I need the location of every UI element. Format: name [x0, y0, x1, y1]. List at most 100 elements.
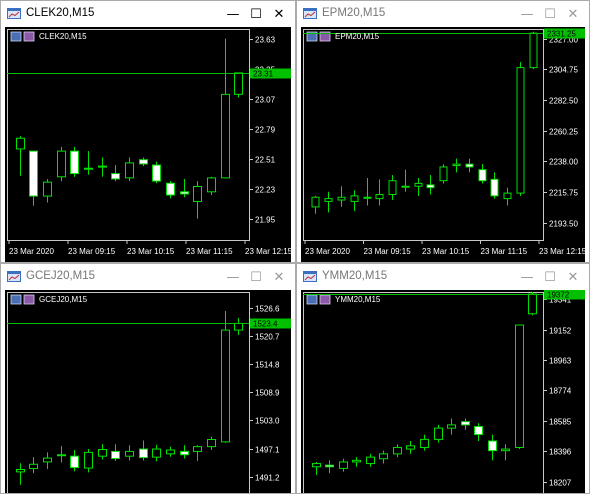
y-tick-label: 18774: [549, 387, 572, 396]
x-tick-label: 23 Mar 09:15: [68, 247, 116, 256]
x-tick-label: 23 Mar 12:15: [245, 247, 291, 256]
chart-toolbar-icons: [10, 294, 35, 305]
current-price-label: 19372: [547, 291, 570, 300]
chart-area[interactable]: 21.9522.2322.5122.7923.0723.3523.6323 Ma…: [5, 27, 291, 262]
candle: [337, 186, 346, 207]
y-tick-label: 1508.9: [255, 389, 280, 398]
candle-body: [125, 162, 134, 179]
price-chart[interactable]: 1820718396185851877418963191521934119372: [301, 290, 585, 493]
candle-body: [43, 181, 52, 197]
candle: [125, 445, 134, 461]
price-chart[interactable]: 2193.50 2215.75 2238.00 2260.25 2282.50 2304.…: [301, 27, 585, 262]
chart-window-gcej20[interactable]: GCEJ20,M15 — ☐ ✕ 1491.2 1497.1 1503.0 1508.…: [0, 263, 296, 494]
symbol-label: YMM20,M15: [335, 295, 381, 304]
x-tick-label: 23 Mar 12:15: [539, 247, 585, 256]
candle: [207, 176, 216, 196]
candle: [193, 181, 202, 219]
candle-body: [503, 192, 512, 200]
candle: [152, 444, 161, 462]
maximize-icon[interactable]: ☐: [540, 5, 560, 23]
maximize-icon[interactable]: ☐: [246, 5, 266, 23]
candle-body: [57, 454, 66, 457]
candle-body: [337, 196, 346, 201]
candle-body: [98, 165, 107, 168]
candle-body: [180, 450, 189, 456]
window-titlebar[interactable]: GCEJ20,M15 — ☐ ✕: [1, 264, 295, 290]
y-tick-label: 22.51: [255, 156, 276, 165]
candle: [406, 441, 415, 454]
candle-body: [406, 445, 415, 450]
y-tick-label: 22.23: [255, 186, 276, 195]
chart-toolbar-icons: [10, 31, 35, 42]
close-icon[interactable]: ✕: [563, 5, 583, 23]
minimize-icon[interactable]: —: [223, 5, 243, 23]
candle-body: [375, 193, 384, 200]
x-tick-label: 23 Mar 2020: [9, 247, 54, 256]
candle: [434, 424, 443, 443]
candle-body: [426, 184, 435, 189]
candle-body: [366, 456, 375, 465]
chart-window-ymm20[interactable]: YMM20,M15 — ☐ ✕ 18207 18396 18585 18774 1896…: [296, 263, 590, 494]
candle: [490, 172, 499, 199]
minimize-icon[interactable]: —: [517, 5, 537, 23]
candle: [29, 457, 38, 474]
candle: [57, 446, 66, 463]
candle-body: [98, 449, 107, 457]
candle-body: [490, 178, 499, 197]
candle: [125, 157, 134, 182]
candle-body: [420, 438, 429, 448]
maximize-icon[interactable]: ☐: [540, 268, 560, 286]
candle-body: [29, 150, 38, 197]
candle-body: [529, 32, 538, 69]
candle: [324, 191, 333, 213]
candle: [139, 157, 148, 167]
candle: [350, 190, 359, 212]
candle: [488, 434, 497, 461]
x-tick-label: 23 Mar 11:15: [186, 247, 233, 256]
price-chart[interactable]: 1491.2 1497.1 1503.0 1508.9 1514.8 1520.7 1526…: [5, 290, 291, 493]
current-price-label: 1523.4: [253, 320, 278, 329]
price-chart[interactable]: 21.9522.2322.5122.7923.0723.3523.6323 Ma…: [5, 27, 291, 262]
candle-body: [401, 185, 410, 188]
candle: [311, 195, 320, 214]
candle: [452, 158, 461, 173]
candle: [363, 177, 372, 206]
candle-body: [339, 461, 348, 469]
candle-body: [379, 453, 388, 460]
candle: [16, 463, 25, 485]
y-tick-label: 2304.75: [549, 66, 578, 75]
chart-area[interactable]: 18207 18396 18585 18774 18963 19152 19341 19372…: [301, 290, 585, 493]
candle-body: [324, 198, 333, 202]
candle-body: [84, 167, 93, 170]
candle-body: [166, 449, 175, 455]
close-icon[interactable]: ✕: [269, 268, 289, 286]
chart-toolbar-icons: [306, 294, 331, 305]
window-titlebar[interactable]: YMM20,M15 — ☐ ✕: [297, 264, 589, 290]
candle-body: [311, 196, 320, 208]
window-titlebar[interactable]: EPM20,M15 — ☐ ✕: [297, 1, 589, 27]
chart-area[interactable]: 1491.2 1497.1 1503.0 1508.9 1514.8 1520.7 1526…: [5, 290, 291, 493]
y-tick-label: 23.63: [255, 36, 276, 45]
chart-window-epm20[interactable]: EPM20,M15 — ☐ ✕ 2193.50 2215.75 2238.00 226…: [296, 0, 590, 263]
minimize-icon[interactable]: —: [517, 268, 537, 286]
minimize-icon[interactable]: —: [223, 268, 243, 286]
chart-window-icon: [7, 8, 21, 19]
candle-body: [312, 463, 321, 468]
candle-body: [452, 163, 461, 167]
candle: [414, 177, 423, 196]
chart-window-clek20[interactable]: CLEK20,M15 — ☐ ✕ 21.95 22.23 22.51 22.79 23.…: [0, 0, 296, 263]
close-icon[interactable]: ✕: [563, 268, 583, 286]
candle: [375, 179, 384, 206]
candle: [221, 38, 230, 179]
candle: [234, 318, 243, 335]
candle-body: [528, 293, 537, 315]
candle-body: [501, 448, 510, 452]
candle-body: [488, 440, 497, 452]
candle-body: [207, 439, 216, 448]
candle: [193, 445, 202, 461]
maximize-icon[interactable]: ☐: [246, 268, 266, 286]
y-tick-label: 23.07: [255, 96, 276, 105]
window-titlebar[interactable]: CLEK20,M15 — ☐ ✕: [1, 1, 295, 27]
chart-area[interactable]: 2193.50 2215.75 2238.00 2260.25 2282.50 2304.…: [301, 27, 585, 262]
close-icon[interactable]: ✕: [269, 5, 289, 23]
